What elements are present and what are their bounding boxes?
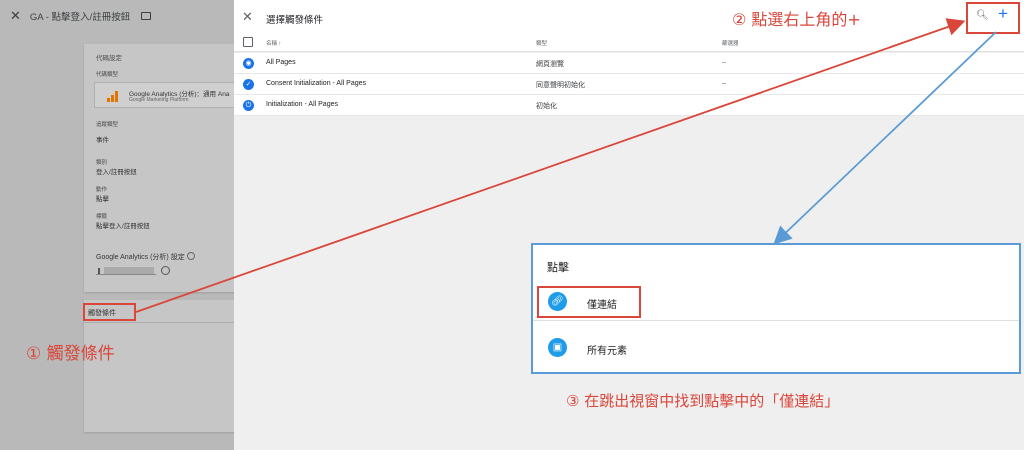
row-name: Consent Initialization - All Pages xyxy=(266,80,366,87)
help-icon[interactable] xyxy=(187,252,195,260)
select-caret xyxy=(98,268,100,274)
divider xyxy=(84,322,234,323)
row-filter: – xyxy=(722,80,726,87)
trigger-type-all-elements[interactable]: ▣ 所有元素 xyxy=(533,329,1019,367)
highlight-triggering xyxy=(83,303,136,321)
highlight-link-only xyxy=(537,286,641,318)
table-row[interactable]: ✓ Consent Initialization - All Pages 同意聲… xyxy=(234,74,1024,95)
row-type: 同意聲明初始化 xyxy=(536,82,585,89)
trigger-type-label: 所有元素 xyxy=(587,346,627,357)
info-icon[interactable] xyxy=(161,266,170,275)
tag-type-selector[interactable]: Google Analytics (分析)：通用 Ana Google Mark… xyxy=(94,82,234,108)
row-name: All Pages xyxy=(266,59,296,66)
row-filter: – xyxy=(722,59,726,66)
column-filter: 篩選器 xyxy=(722,41,739,47)
category-label: 類別 xyxy=(96,160,108,166)
track-type-label: 追蹤類型 xyxy=(96,122,119,128)
pointer-icon: ▣ xyxy=(548,338,567,357)
row-type: 初始化 xyxy=(536,103,557,110)
product-subtitle: Google Marketing Platform xyxy=(129,97,189,103)
background-header: ✕ GA - 點擊登入/註冊按鈕 xyxy=(0,0,234,32)
table-row[interactable]: ⏻ Initialization - All Pages 初始化 xyxy=(234,95,1024,116)
annotation-step2: ② 點選右上角的+ xyxy=(732,10,861,29)
track-type-value: 事件 xyxy=(96,137,109,144)
select-all-checkbox[interactable] xyxy=(243,37,253,47)
table-row[interactable]: ◉ All Pages 網頁瀏覽 – xyxy=(234,53,1024,74)
chooser-title: 選擇觸發條件 xyxy=(266,15,324,26)
tag-title: GA - 點擊登入/註冊按鈕 xyxy=(29,12,131,23)
folder-icon[interactable] xyxy=(141,12,152,20)
tag-type-label: 代碼類型 xyxy=(96,72,119,78)
analytics-logo-icon xyxy=(107,91,118,102)
table-header: 名稱 ↑ 類型 篩選器 xyxy=(234,34,1024,52)
action-value: 點擊 xyxy=(96,196,109,203)
close-icon[interactable]: ✕ xyxy=(242,9,253,25)
consent-icon: ✓ xyxy=(243,79,254,90)
highlight-add-button xyxy=(966,2,1020,34)
row-name: Initialization - All Pages xyxy=(266,101,338,108)
action-label: 動作 xyxy=(96,187,108,193)
ga-settings-label: Google Analytics (分析) 設定 xyxy=(96,254,185,261)
popup-title: 點擊 xyxy=(547,262,569,274)
trigger-chooser-panel: ✕ 選擇觸發條件 🔍︎ + 名稱 ↑ 類型 篩選器 ◉ All Pages 網頁… xyxy=(234,0,1024,450)
annotation-step3: ③ 在跳出視窗中找到點擊中的「僅連結」 xyxy=(566,392,840,410)
power-icon: ⏻ xyxy=(243,100,254,111)
column-name[interactable]: 名稱 ↑ xyxy=(266,39,281,47)
close-icon[interactable]: ✕ xyxy=(10,8,21,24)
background-tag-editor: ✕ GA - 點擊登入/註冊按鈕 代碼設定 代碼類型 Google Analyt… xyxy=(0,0,234,450)
annotation-step1: ① 觸發條件 xyxy=(26,344,115,364)
eye-icon: ◉ xyxy=(243,58,254,69)
column-type: 類型 xyxy=(536,41,548,47)
tag-config-label: 代碼設定 xyxy=(96,55,122,62)
event-label-label: 標籤 xyxy=(96,214,108,220)
category-value: 登入/註冊按鈕 xyxy=(96,169,137,176)
row-type: 網頁瀏覽 xyxy=(536,61,564,68)
select-value-placeholder xyxy=(104,267,154,274)
event-label-value: 點擊登入/註冊按鈕 xyxy=(96,223,150,230)
chooser-header: ✕ 選擇觸發條件 🔍︎ + xyxy=(234,0,1024,34)
